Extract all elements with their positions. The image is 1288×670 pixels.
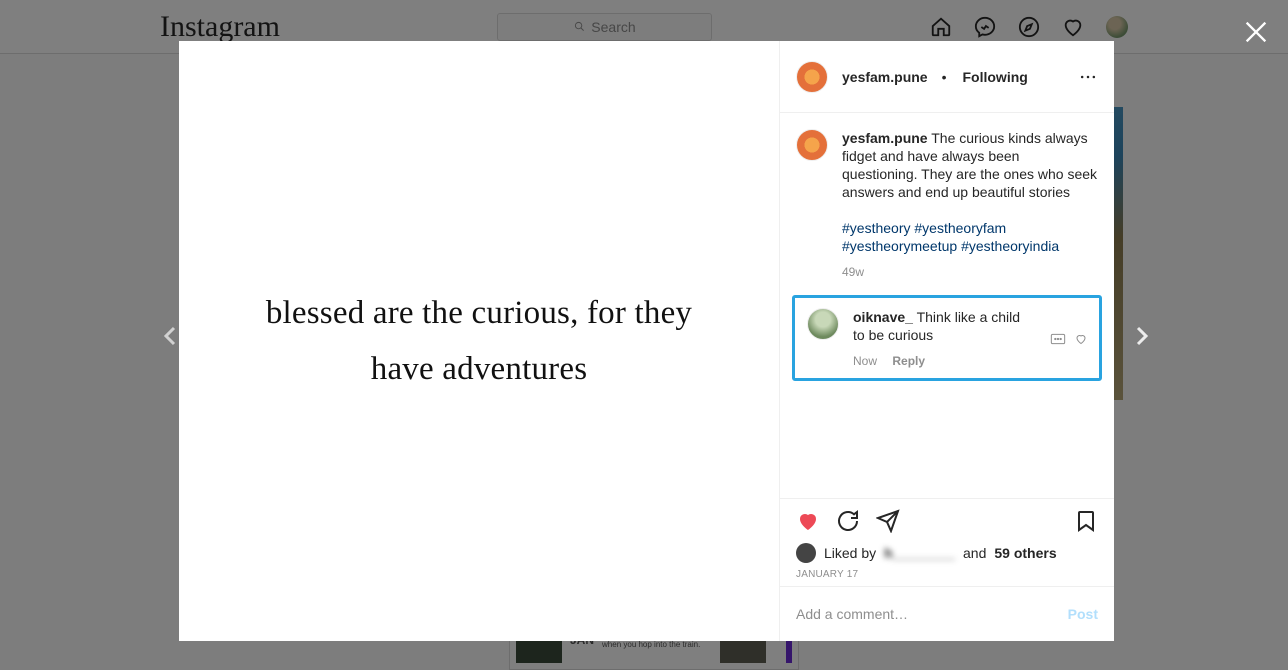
caption-age: 49w [842,263,1098,281]
next-post-chevron[interactable] [1129,324,1153,348]
commenter-username[interactable]: oiknave_ [853,309,913,325]
post-comment-button[interactable]: Post [1068,606,1098,622]
comment-options-icon[interactable] [1047,331,1069,347]
comment-icon[interactable] [836,509,860,533]
add-comment-input[interactable] [796,606,1068,622]
caption-hashtags[interactable]: #yestheory #yestheoryfam #yestheorymeetu… [842,220,1059,254]
liked-by-prefix: Liked by [824,545,876,561]
follow-status[interactable]: Following [963,69,1028,85]
caption-avatar[interactable] [796,129,828,161]
like-icon[interactable] [796,509,820,533]
reply-button[interactable]: Reply [892,354,925,368]
caption-username[interactable]: yesfam.pune [842,130,928,146]
comment-age: Now [853,354,877,368]
like-comment-icon[interactable] [1075,333,1087,345]
author-avatar[interactable] [796,61,828,93]
post-image: blessed are the curious, for they have a… [179,41,779,641]
liker-avatar[interactable] [796,543,816,563]
post-modal: blessed are the curious, for they have a… [179,41,1114,641]
commenter-avatar[interactable] [807,308,839,340]
post-image-quote: blessed are the curious, for they have a… [239,285,719,397]
liked-by-others[interactable]: 59 others [994,545,1056,561]
more-options-icon[interactable] [1078,67,1098,87]
liker-name[interactable]: h________ [884,545,955,561]
author-username[interactable]: yesfam.pune [842,69,928,85]
share-icon[interactable] [876,509,900,533]
dot-separator: • [942,69,947,85]
close-icon[interactable] [1242,18,1270,46]
post-date: JANUARY 17 [796,569,1098,580]
highlighted-comment: oiknave_ Think like a child to be curiou… [792,295,1102,381]
liked-by-middle: and [963,545,986,561]
save-icon[interactable] [1074,509,1098,533]
